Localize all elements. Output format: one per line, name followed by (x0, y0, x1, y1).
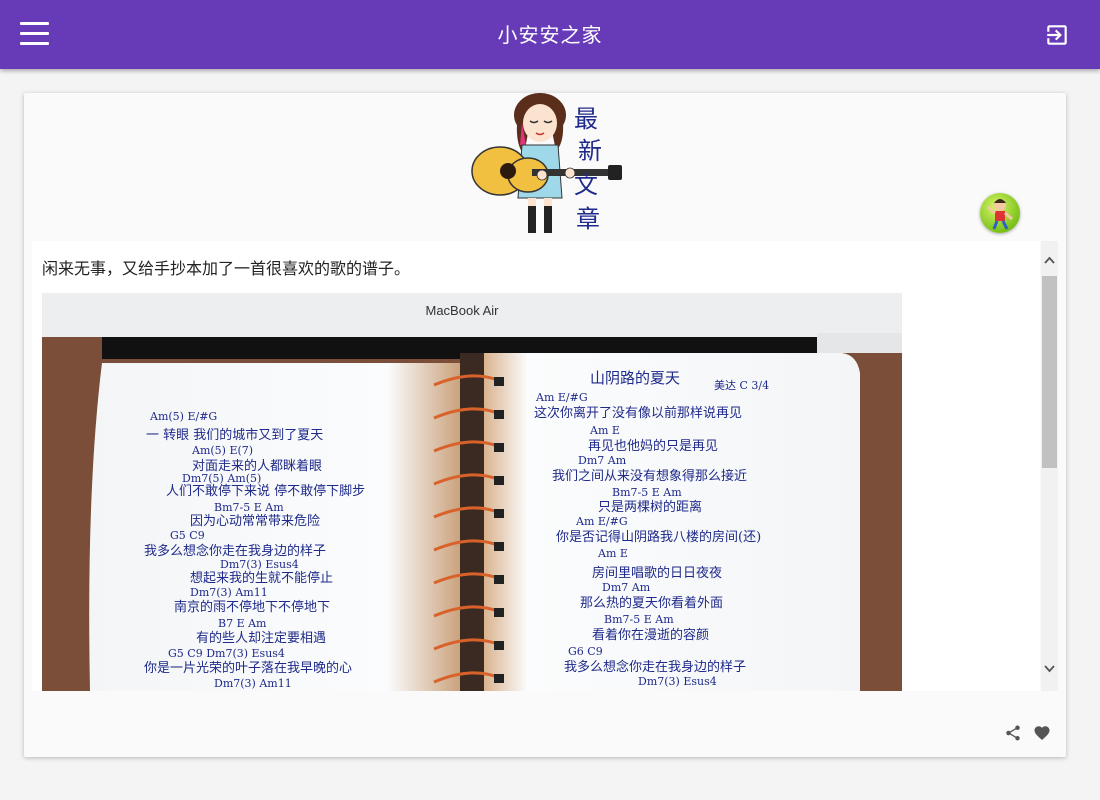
author-avatar[interactable] (980, 193, 1020, 233)
lyric-line: 想起来我的生就不能停止 (190, 570, 333, 586)
chord-line: Am E (597, 547, 628, 560)
spiral-hole (494, 674, 504, 683)
lyric-line: 只是两棵树的距离 (598, 499, 702, 515)
spiral-hole (494, 608, 504, 617)
chord-line: Am E/#G (535, 391, 588, 404)
heart-icon[interactable] (1033, 724, 1051, 742)
lyric-line: 我多么想念你走在我身边的样子 (564, 659, 746, 675)
lyric-line: 因为心动常常带来危险 (190, 514, 320, 529)
chord-line: Bm7-5 E Am (214, 501, 284, 514)
spiral-hole (494, 377, 504, 386)
post-content: 闲来无事，又给手抄本加了一首很喜欢的歌的谱子。 MacBook Air 山阴路的… (32, 241, 1040, 691)
chord-line: Dm7 Am (602, 581, 651, 594)
chord-line: Dm7 Am (578, 454, 627, 467)
banner-char: 新 (578, 137, 602, 165)
chord-line: Dm7(3) Esus4 (638, 675, 717, 688)
spiral-hole (494, 476, 504, 485)
lyric-line: 你是否记得山阴路我八楼的房间(还) (556, 529, 761, 545)
scroll-down-icon[interactable] (1044, 663, 1055, 674)
banner-char: 章 (576, 205, 600, 233)
lyric-line: 一 转眼 我们的城市又到了夏天 (146, 427, 323, 443)
banner-char: 文 (574, 171, 598, 199)
lyric-line: 我多么想念你走在我身边的样子 (144, 543, 326, 559)
chord-line: Bm7-5 E Am (604, 613, 674, 626)
post-text: 闲来无事，又给手抄本加了一首很喜欢的歌的谱子。 (42, 259, 411, 278)
app-title: 小安安之家 (497, 23, 603, 47)
lyric-line: 我们之间从来没有想象得那么接近 (552, 468, 747, 484)
spiral-hole (494, 542, 504, 551)
spiral-hole (494, 410, 504, 419)
lyric-line: 你是一片光荣的叶子落在我早晚的心 (144, 660, 352, 676)
chord-line: Dm7(3) Am11 (214, 677, 292, 690)
lyric-line: 那么热的夏天你看着外面 (580, 595, 723, 611)
post-photo[interactable]: MacBook Air 山阴路的夏天 美达 C 3/4 Am(5) E/#G 一… (42, 293, 902, 691)
lyric-line: 这次你离开了没有像以前那样说再见 (534, 405, 742, 421)
post-card: 最 新 文 章 闲来无事，又给手抄本加了一首很喜欢的歌的谱子。 MacBook … (24, 93, 1066, 757)
chord-line: Bm7-5 E Am (612, 486, 682, 499)
lyric-line: 南京的雨不停地下不停地下 (174, 599, 330, 615)
spiral-hole (494, 443, 504, 452)
lyric-line: 有的些人却注定要相遇 (196, 630, 326, 646)
spiral-hole (494, 509, 504, 518)
chord-line: G6 C9 (568, 645, 603, 658)
spiral-hole (494, 641, 504, 650)
lyric-line: 看着你在漫逝的容颜 (592, 627, 709, 643)
share-icon[interactable] (1004, 724, 1022, 742)
lyric-line: 人们不敢停下来说 停不敢停下脚步 (166, 483, 365, 499)
lyric-line: 再见也他妈的只是再见 (588, 438, 718, 454)
chord-line: Am(5) E/#G (149, 410, 217, 423)
chord-line: Am E/#G (575, 515, 628, 528)
scroll-thumb[interactable] (1042, 276, 1057, 468)
app-bar: 小安安之家 (0, 0, 1100, 69)
chord-line: G5 C9 (170, 529, 205, 542)
chord-line: G5 C9 Dm7(3) Esus4 (168, 647, 285, 660)
spiral-hole (494, 575, 504, 584)
laptop-label: MacBook Air (426, 303, 500, 318)
chord-line: B7 E Am (218, 617, 267, 630)
banner-char: 最 (574, 105, 598, 133)
login-icon[interactable] (1044, 22, 1070, 48)
chord-line: Dm7(3) Esus4 (220, 558, 299, 571)
content-scrollbar[interactable] (1041, 241, 1058, 691)
lyric-line: 房间里唱歌的日日夜夜 (592, 565, 722, 581)
song-meta: 美达 C 3/4 (714, 379, 769, 392)
chord-line: Am(5) E(7) (191, 444, 253, 457)
song-title: 山阴路的夏天 (590, 369, 680, 387)
chord-line: Am E (589, 424, 620, 437)
chord-line: Dm7(3) Am11 (190, 586, 268, 599)
scroll-up-icon[interactable] (1044, 255, 1055, 266)
latest-articles-banner: 最 新 文 章 (470, 93, 630, 233)
